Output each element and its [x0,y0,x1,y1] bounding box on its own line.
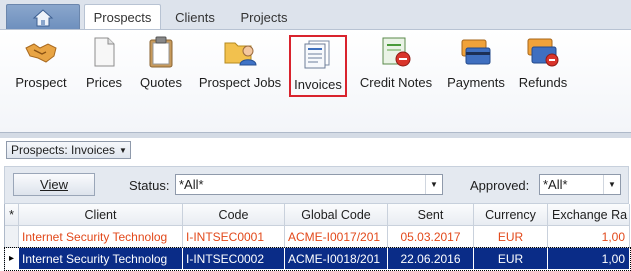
column-header-code[interactable]: Code [183,204,285,226]
cell-client[interactable]: Internet Security Technolog [19,226,183,248]
cell-code[interactable]: I-INTSEC0002 [183,248,285,270]
grid-header-row: * Client Code Global Code Sent Currency … [5,204,630,226]
prospect-jobs-label: Prospect Jobs [198,75,282,90]
prices-button[interactable]: Prices [82,35,126,99]
handshake-icon [25,43,57,63]
status-value: *All* [179,177,204,192]
row-indicator[interactable] [5,226,19,248]
refund-cards-icon [527,38,559,67]
grid-corner[interactable]: * [5,204,19,226]
payments-label: Payments [447,75,505,90]
prospect-label: Prospect [15,75,67,90]
document-icon [94,37,115,67]
column-header-currency[interactable]: Currency [474,204,548,226]
clipboard-icon [149,36,173,68]
cell-client[interactable]: Internet Security Technolog [19,248,183,270]
cell-currency[interactable]: EUR [474,248,548,270]
app-menu-button[interactable] [6,4,80,30]
cell-code[interactable]: I-INTSEC0001 [183,226,285,248]
chevron-down-icon[interactable]: ▼ [425,175,442,194]
tab-clients[interactable]: Clients [166,4,224,30]
credit-notes-button[interactable]: Credit Notes [356,35,436,99]
cell-global-code[interactable]: ACME-I0017/201 [285,226,388,248]
cell-exchange-rate[interactable]: 1,00 [548,226,630,248]
filter-bar: View Status: *All* ▼ Approved: *All* ▼ [4,166,629,204]
invoices-button[interactable]: Invoices [289,35,347,97]
cell-global-code[interactable]: ACME-I0018/201 [285,248,388,270]
prospect-button[interactable]: Prospect [12,35,70,99]
column-header-exchange-rate[interactable]: Exchange Ra [548,204,630,226]
chevron-down-icon[interactable]: ▼ [603,175,620,194]
table-row[interactable]: Internet Security Technolog I-INTSEC0001… [5,226,630,248]
cell-currency[interactable]: EUR [474,226,548,248]
row-indicator[interactable]: ▸ [5,248,19,270]
tab-bar: Prospects Clients Projects [0,0,631,30]
column-header-global-code[interactable]: Global Code [285,204,388,226]
payment-cards-icon [461,39,491,65]
tab-prospects[interactable]: Prospects [84,4,161,30]
table-row[interactable]: ▸ Internet Security Technolog I-INTSEC00… [4,247,631,271]
invoice-list-icon [304,40,330,69]
invoices-grid: * Client Code Global Code Sent Currency … [4,204,631,271]
context-selector[interactable]: Prospects: Invoices ▼ [6,141,131,159]
refunds-label: Refunds [518,75,568,90]
chevron-down-icon: ▼ [119,145,127,155]
cell-sent[interactable]: 05.03.2017 [388,226,474,248]
credit-notes-label: Credit Notes [359,75,433,90]
approved-label: Approved: [470,178,530,193]
status-label: Status: [129,178,170,193]
approved-value: *All* [543,177,568,192]
context-label: Prospects: Invoices [11,143,116,157]
invoices-label: Invoices [294,77,342,92]
tab-projects[interactable]: Projects [232,4,296,30]
ribbon: Prospect Prices Quotes Prospect Jobs Inv… [0,29,631,133]
status-select[interactable]: *All* ▼ [175,174,443,195]
folder-user-icon [224,42,257,66]
prospect-jobs-button[interactable]: Prospect Jobs [196,35,284,99]
cell-exchange-rate[interactable]: 1,00 [548,248,630,270]
credit-note-icon [382,37,411,67]
refunds-button[interactable]: Refunds [516,35,570,99]
column-header-client[interactable]: Client [19,204,183,226]
column-header-sent[interactable]: Sent [388,204,474,226]
view-button[interactable]: View [13,173,95,196]
quotes-button[interactable]: Quotes [136,35,186,99]
prices-label: Prices [85,75,123,90]
quotes-label: Quotes [140,75,182,90]
approved-select[interactable]: *All* ▼ [539,174,621,195]
payments-button[interactable]: Payments [445,35,507,99]
separator-band [0,133,631,138]
home-icon [32,8,54,26]
cell-sent[interactable]: 22.06.2016 [388,248,474,270]
